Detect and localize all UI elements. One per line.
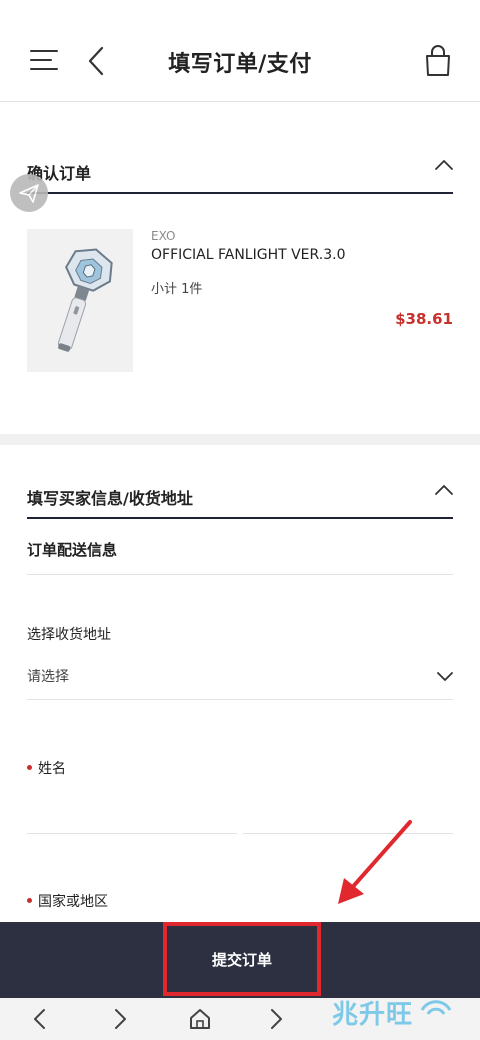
product-subtotal: 小计 1件 bbox=[151, 282, 203, 297]
submit-bar: 提交订单 bbox=[0, 922, 480, 998]
browser-forward-icon[interactable] bbox=[107, 1006, 133, 1032]
share-send-icon[interactable] bbox=[10, 174, 48, 212]
section-separator bbox=[0, 434, 480, 445]
required-dot bbox=[27, 765, 32, 770]
annotation-arrow-icon bbox=[338, 820, 412, 904]
product-name[interactable]: OFFICIAL FANLIGHT VER.3.0 bbox=[151, 247, 345, 263]
product-price: $38.61 bbox=[395, 310, 453, 328]
address-select[interactable]: 请选择 bbox=[27, 658, 453, 700]
watermark-text: 兆升旺 bbox=[332, 1000, 414, 1030]
confirm-order-header[interactable]: 确认订单 bbox=[27, 154, 453, 194]
product-image[interactable] bbox=[27, 229, 133, 372]
name-label: 姓名 bbox=[38, 761, 66, 777]
buyer-info-header[interactable]: 填写买家信息/收货地址 bbox=[27, 479, 453, 519]
required-dot bbox=[27, 898, 32, 903]
first-name-input[interactable] bbox=[27, 800, 237, 834]
chevron-down-icon[interactable] bbox=[437, 670, 453, 682]
browser-back-icon[interactable] bbox=[27, 1006, 53, 1032]
divider bbox=[27, 574, 453, 575]
chevron-up-icon[interactable] bbox=[435, 158, 453, 172]
buyer-info-title: 填写买家信息/收货地址 bbox=[27, 489, 193, 508]
country-label: 国家或地区 bbox=[38, 894, 108, 910]
delivery-info-title: 订单配送信息 bbox=[27, 541, 118, 559]
top-header: 填写订单/支付 bbox=[0, 0, 480, 102]
chevron-up-icon[interactable] bbox=[435, 483, 453, 497]
address-select-value: 请选择 bbox=[27, 669, 69, 685]
signal-icon bbox=[420, 1000, 452, 1015]
product-brand: EXO bbox=[151, 229, 176, 243]
browser-next-icon[interactable] bbox=[263, 1006, 289, 1032]
address-label: 选择收货地址 bbox=[27, 627, 111, 643]
page-title: 填写订单/支付 bbox=[168, 52, 312, 77]
watermark-logo: 兆升旺 bbox=[326, 990, 466, 1038]
shopping-bag-icon[interactable] bbox=[424, 44, 452, 78]
submit-order-button[interactable]: 提交订单 bbox=[163, 922, 321, 996]
home-icon[interactable] bbox=[187, 1006, 213, 1032]
